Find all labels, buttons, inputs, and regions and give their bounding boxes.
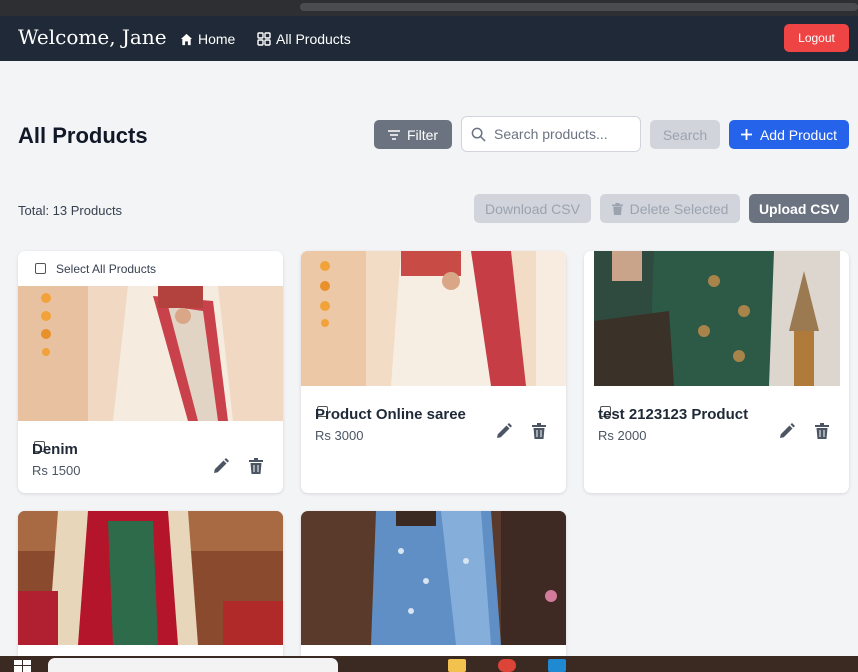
add-product-label: Add Product (759, 126, 838, 143)
product-info: test 2123123 Product Rs 2000 (584, 386, 849, 458)
delete-selected-label: Delete Selected (629, 200, 729, 217)
taskbar-search-box[interactable] (48, 658, 338, 672)
filter-icon (387, 129, 400, 140)
nav-home-label: Home (198, 31, 236, 47)
product-price: Rs 1500 (32, 463, 81, 478)
select-all-label: Select All Products (56, 261, 157, 276)
product-info: Product Online saree Rs 3000 (301, 386, 566, 458)
product-card (18, 511, 283, 672)
filter-label: Filter (406, 126, 439, 143)
page-title: All Products (18, 123, 148, 148)
product-image (301, 251, 566, 386)
add-product-button[interactable]: Add Product (729, 120, 849, 149)
search-input[interactable] (494, 126, 634, 142)
filter-button[interactable]: Filter (374, 120, 452, 149)
browser-tab-bar (300, 3, 858, 11)
select-all-row[interactable]: Select All Products (18, 251, 283, 286)
delete-selected-button[interactable]: Delete Selected (600, 194, 740, 223)
trash-icon[interactable] (249, 458, 263, 474)
select-all-checkbox[interactable] (35, 263, 46, 274)
search-icon (471, 127, 486, 142)
logout-button[interactable]: Logout (784, 24, 849, 52)
product-name: Product Online saree (315, 406, 466, 423)
product-image (301, 511, 566, 645)
welcome-text: Welcome, Jane (18, 25, 167, 49)
file-explorer-icon[interactable] (448, 659, 466, 672)
edit-icon[interactable] (213, 458, 229, 474)
product-info: Denim Rs 1500 (18, 421, 283, 493)
trash-icon (611, 202, 623, 215)
windows-start-icon[interactable] (14, 660, 32, 672)
product-price: Rs 3000 (315, 428, 364, 443)
search-box[interactable] (461, 116, 641, 152)
search-button[interactable]: Search (650, 120, 720, 149)
product-image (18, 286, 283, 421)
vscode-icon[interactable] (548, 659, 566, 672)
chrome-icon[interactable] (498, 659, 516, 672)
product-image (18, 511, 283, 645)
download-csv-button[interactable]: Download CSV (474, 194, 591, 223)
product-card: test 2123123 Product Rs 2000 (584, 251, 849, 493)
trash-icon[interactable] (532, 423, 546, 439)
product-name: test 2123123 Product (598, 406, 749, 423)
navbar: Welcome, Jane Home All Products Logout (0, 16, 858, 61)
edit-icon[interactable] (779, 423, 795, 439)
nav-all-products-link[interactable]: All Products (257, 30, 351, 48)
trash-icon[interactable] (815, 423, 829, 439)
product-name: Denim (32, 441, 78, 458)
total-count: Total: 13 Products (18, 203, 123, 218)
windows-taskbar (0, 656, 858, 672)
product-card: Product Online saree Rs 3000 (301, 251, 566, 493)
edit-icon[interactable] (496, 423, 512, 439)
product-image (594, 251, 840, 386)
product-card: Select All Products Denim Rs 1500 (18, 251, 283, 493)
nav-home-link[interactable]: Home (180, 30, 235, 48)
plus-icon (740, 129, 752, 140)
product-card (301, 511, 566, 672)
nav-all-products-label: All Products (276, 31, 351, 47)
home-icon (180, 33, 193, 45)
product-price: Rs 2000 (598, 428, 647, 443)
grid-icon (257, 32, 271, 46)
upload-csv-button[interactable]: Upload CSV (749, 194, 849, 223)
browser-top-strip (0, 0, 858, 16)
